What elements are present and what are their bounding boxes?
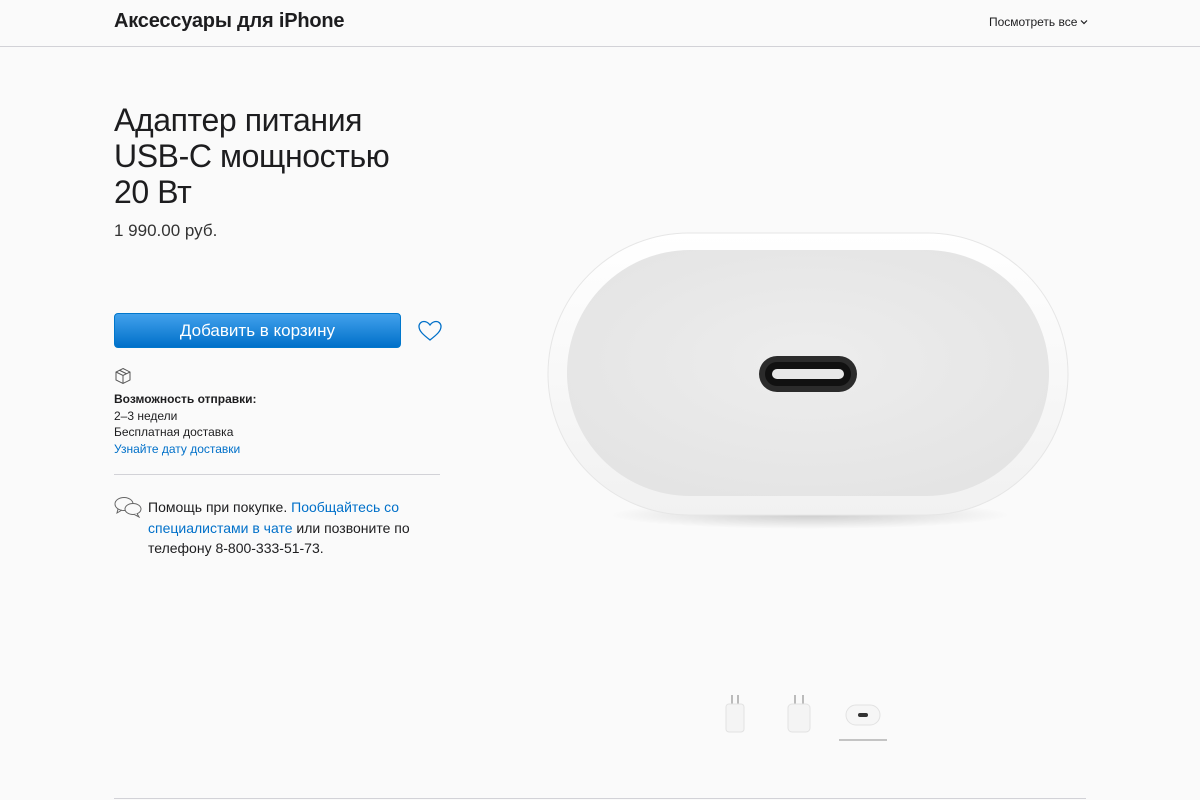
box-icon xyxy=(115,367,131,385)
thumbnail-adapter-port[interactable] xyxy=(845,704,881,726)
shipping-free: Бесплатная доставка xyxy=(114,425,234,439)
selected-thumbnail-indicator xyxy=(839,739,887,741)
gallery-thumbnails xyxy=(0,690,1200,750)
add-to-bag-button[interactable]: Добавить в корзину xyxy=(114,313,401,348)
top-nav-bar: Аксессуары для iPhone Посмотреть все xyxy=(0,0,1200,47)
chevron-down-icon xyxy=(1080,20,1088,25)
category-title[interactable]: Аксессуары для iPhone xyxy=(114,10,345,33)
product-title-line: Адаптер питания xyxy=(114,102,363,138)
heart-icon[interactable] xyxy=(417,319,443,343)
shipping-heading: Возможность отправки: xyxy=(114,392,257,406)
shipping-info: Возможность отправки: 2–3 недели Бесплат… xyxy=(114,391,257,457)
view-all-label: Посмотреть все xyxy=(989,15,1078,29)
shipping-time: 2–3 недели xyxy=(114,408,178,423)
help-text: Помощь при покупке. xyxy=(148,499,292,515)
view-all-link[interactable]: Посмотреть все xyxy=(989,15,1088,29)
delivery-date-link[interactable]: Узнайте дату доставки xyxy=(114,442,240,456)
divider xyxy=(114,474,440,475)
thumbnail-adapter-side[interactable] xyxy=(786,695,812,735)
product-title-line: 20 Вт xyxy=(114,174,192,210)
product-title: Адаптер питания USB‑C мощностью 20 Вт xyxy=(114,102,444,210)
bottom-divider xyxy=(114,798,1086,799)
product-price: 1 990.00 руб. xyxy=(114,221,218,240)
chat-bubbles-icon xyxy=(114,497,142,518)
product-image xyxy=(547,232,1069,529)
thumbnail-adapter-front[interactable] xyxy=(722,695,748,735)
product-title-line: USB‑C мощностью xyxy=(114,138,390,174)
purchase-help: Помощь при покупке. Пообщайтесь со специ… xyxy=(148,497,438,559)
